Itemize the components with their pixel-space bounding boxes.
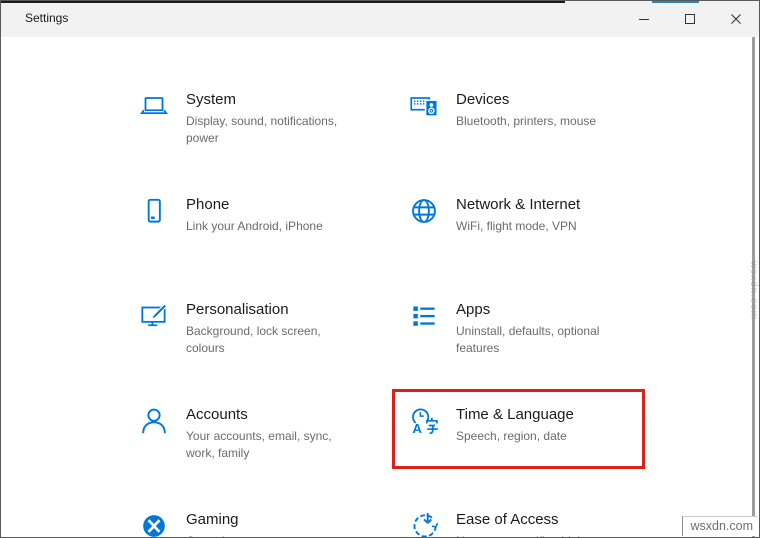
display-brush-icon (137, 299, 175, 337)
window-title: Settings (25, 11, 69, 25)
category-subtitle: Bluetooth, printers, mouse (456, 114, 597, 128)
category-subtitle: Display, sound, notifications, power (186, 114, 338, 145)
category-tile-ease-of-access[interactable]: Ease of Access Narrator, magnifier, high … (401, 507, 663, 537)
category-title: Personalisation (186, 301, 289, 318)
globe-icon (407, 194, 445, 232)
category-title: Time & Language (456, 406, 574, 423)
close-icon (731, 12, 741, 27)
category-tile-system[interactable]: System Display, sound, notifications, pow… (131, 87, 393, 187)
settings-category-grid: System Display, sound, notifications, pow… (1, 37, 759, 537)
app-list-icon (407, 299, 445, 337)
person-icon (137, 404, 175, 442)
svg-text:A: A (412, 421, 422, 436)
watermark-side: wsxdn.com (748, 261, 759, 321)
category-subtitle: Uninstall, defaults, optional features (456, 324, 600, 355)
category-subtitle: Link your Android, iPhone (186, 219, 323, 233)
category-subtitle: Narrator, magnifier, high contrast (456, 533, 632, 537)
titlebar: Settings (1, 1, 759, 37)
category-title: Network & Internet (456, 196, 581, 213)
category-tile-phone[interactable]: Phone Link your Android, iPhone (131, 192, 393, 292)
category-title: System (186, 91, 237, 108)
ease-of-access-icon (407, 509, 445, 537)
watermark-corner: wsxdn.com (682, 516, 758, 536)
category-tile-devices[interactable]: Devices Bluetooth, printers, mouse (401, 87, 663, 187)
category-tile-gaming[interactable]: Gaming Game bar, captures, broadcasting, … (131, 507, 393, 537)
minimize-icon (639, 12, 649, 27)
settings-window: Settings System Display, sound, notificat… (0, 0, 760, 538)
category-tile-accounts[interactable]: Accounts Your accounts, email, sync, work… (131, 402, 393, 502)
laptop-icon (137, 89, 175, 127)
close-button[interactable] (713, 1, 759, 37)
category-tile-personalisation[interactable]: Personalisation Background, lock screen, … (131, 297, 393, 397)
category-subtitle: Speech, region, date (456, 429, 567, 443)
top-border-accent (652, 1, 699, 3)
category-subtitle: WiFi, flight mode, VPN (456, 219, 577, 233)
clock-language-icon: A (407, 404, 445, 442)
category-title: Accounts (186, 406, 248, 423)
xbox-icon (137, 509, 175, 537)
minimize-button[interactable] (621, 1, 667, 37)
phone-icon (137, 194, 175, 232)
top-border-strip (1, 1, 565, 3)
category-subtitle: Your accounts, email, sync, work, family (186, 429, 332, 460)
category-title: Apps (456, 301, 491, 318)
keyboard-speaker-icon (407, 89, 445, 127)
maximize-button[interactable] (667, 1, 713, 37)
category-subtitle: Game bar, captures, broadcasting, Game M… (186, 533, 362, 537)
category-subtitle: Background, lock screen, colours (186, 324, 321, 355)
category-tile-apps[interactable]: Apps Uninstall, defaults, optional featur… (401, 297, 663, 397)
window-controls (621, 1, 759, 37)
category-title: Phone (186, 196, 230, 213)
maximize-icon (685, 12, 695, 27)
category-title: Devices (456, 91, 510, 108)
category-tile-network[interactable]: Network & Internet WiFi, flight mode, VPN (401, 192, 663, 292)
category-tile-time-language[interactable]: A Time & Language Speech, region, date (401, 402, 663, 502)
category-title: Gaming (186, 511, 239, 528)
category-title: Ease of Access (456, 511, 559, 528)
